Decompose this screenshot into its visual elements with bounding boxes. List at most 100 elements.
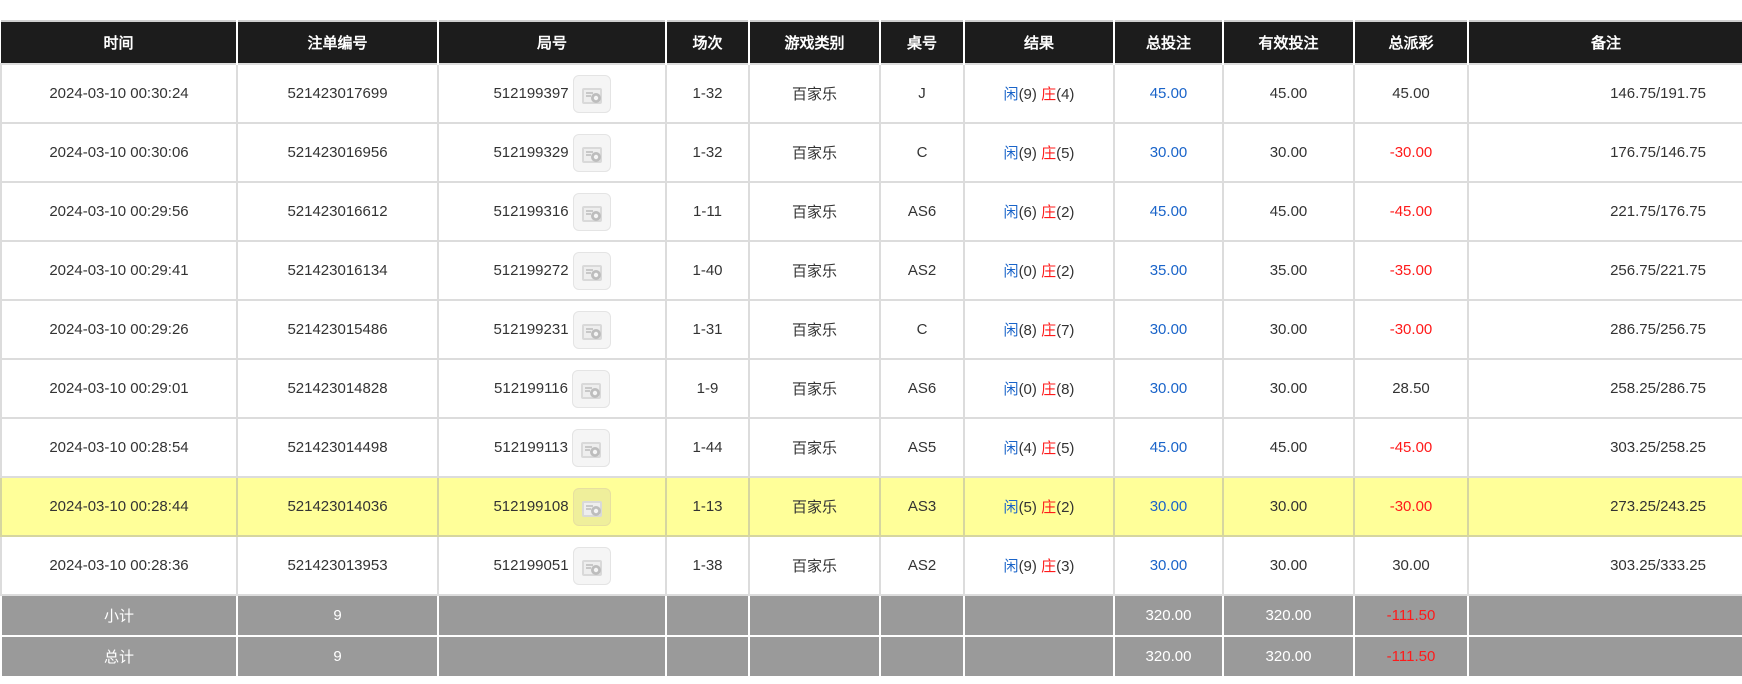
cell-table: C [879, 299, 965, 360]
result-player-label: 闲 [1003, 381, 1019, 398]
bet-records-table: 时间 注单编号 局号 场次 游戏类别 桌号 结果 总投注 有效投注 总派彩 备注… [0, 20, 1742, 678]
cell-remark: 286.75/256.75 [1467, 299, 1742, 360]
round-number: 512199113 [494, 439, 568, 456]
table-row: 2024-03-10 00:29:01 521423014828 5121991… [0, 358, 1742, 419]
col-header-total-bet: 总投注 [1113, 20, 1224, 64]
subtotal-empty [879, 594, 965, 637]
gift-icon[interactable] [572, 310, 611, 349]
result-banker-label: 庄 [1041, 381, 1057, 398]
cell-game: 百家乐 [748, 122, 881, 183]
cell-table: AS6 [879, 181, 965, 242]
grandtotal-total-bet: 320.00 [1113, 635, 1224, 678]
cell-valid-bet: 45.00 [1222, 63, 1355, 124]
result-player-score: (5) [1018, 499, 1037, 516]
cell-round-no: 512199113 [437, 417, 667, 478]
cell-round-no: 512199397 [437, 63, 667, 124]
cell-order-no: 521423013953 [236, 535, 439, 596]
cell-time: 2024-03-10 00:29:41 [0, 240, 238, 301]
cell-session: 1-40 [665, 240, 750, 301]
cell-session: 1-32 [665, 122, 750, 183]
gift-icon[interactable] [572, 74, 611, 113]
gift-icon[interactable] [572, 133, 611, 172]
round-number: 512199108 [493, 498, 569, 515]
cell-order-no: 521423015486 [236, 299, 439, 360]
cell-time: 2024-03-10 00:29:56 [0, 181, 238, 242]
gift-icon[interactable] [572, 546, 611, 585]
col-header-result: 结果 [963, 20, 1115, 64]
table-row: 2024-03-10 00:28:54 521423014498 5121991… [0, 417, 1742, 478]
gift-icon[interactable] [572, 251, 611, 290]
result-banker-label: 庄 [1041, 322, 1057, 339]
cell-order-no: 521423017699 [236, 63, 439, 124]
grandtotal-empty [748, 635, 881, 678]
result-player-label: 闲 [1003, 204, 1019, 221]
subtotal-payout: -111.50 [1353, 594, 1469, 637]
subtotal-empty [665, 594, 750, 637]
result-player-label: 闲 [1003, 322, 1019, 339]
cell-result: 闲(4) 庄(5) [963, 417, 1115, 478]
cell-time: 2024-03-10 00:29:26 [0, 299, 238, 360]
gift-icon[interactable] [571, 369, 610, 408]
cell-payout: -35.00 [1353, 240, 1469, 301]
result-banker-label: 庄 [1041, 499, 1057, 516]
cell-order-no: 521423014036 [236, 476, 439, 537]
cell-round-no: 512199051 [437, 535, 667, 596]
cell-round-no: 512199231 [437, 299, 667, 360]
col-header-table: 桌号 [879, 20, 965, 64]
grandtotal-count: 9 [236, 635, 439, 678]
subtotal-empty [963, 594, 1115, 637]
result-banker-score: (2) [1056, 499, 1075, 516]
cell-table: J [879, 63, 965, 124]
subtotal-valid-bet: 320.00 [1222, 594, 1355, 637]
cell-payout: -45.00 [1353, 417, 1469, 478]
gift-icon[interactable] [572, 487, 611, 526]
cell-session: 1-38 [665, 535, 750, 596]
cell-remark: 256.75/221.75 [1467, 240, 1742, 301]
grandtotal-payout: -111.50 [1353, 635, 1469, 678]
col-header-remark: 备注 [1467, 20, 1742, 64]
result-player-label: 闲 [1003, 499, 1019, 516]
cell-payout: -30.00 [1353, 476, 1469, 537]
cell-order-no: 521423016612 [236, 181, 439, 242]
table-row: 2024-03-10 00:28:44 521423014036 5121991… [0, 476, 1742, 537]
cell-order-no: 521423016134 [236, 240, 439, 301]
result-banker-label: 庄 [1041, 145, 1057, 162]
cell-valid-bet: 45.00 [1222, 181, 1355, 242]
cell-result: 闲(0) 庄(2) [963, 240, 1115, 301]
gift-icon[interactable] [572, 192, 611, 231]
result-player-score: (0) [1018, 381, 1037, 398]
cell-game: 百家乐 [748, 181, 881, 242]
cell-valid-bet: 30.00 [1222, 476, 1355, 537]
cell-remark: 146.75/191.75 [1467, 63, 1742, 124]
round-number: 512199272 [493, 262, 569, 279]
cell-session: 1-32 [665, 63, 750, 124]
cell-time: 2024-03-10 00:30:06 [0, 122, 238, 183]
subtotal-total-bet: 320.00 [1113, 594, 1224, 637]
table-row: 2024-03-10 00:29:26 521423015486 5121992… [0, 299, 1742, 360]
cell-result: 闲(9) 庄(3) [963, 535, 1115, 596]
cell-order-no: 521423014498 [236, 417, 439, 478]
result-player-score: (9) [1018, 86, 1037, 103]
col-header-round-no: 局号 [437, 20, 667, 64]
round-number: 512199231 [493, 321, 569, 338]
grandtotal-empty [963, 635, 1115, 678]
subtotal-row: 小计 9 320.00 320.00 -111.50 [0, 594, 1742, 637]
result-banker-score: (5) [1056, 440, 1075, 457]
col-header-game: 游戏类别 [748, 20, 881, 64]
gift-icon[interactable] [571, 428, 610, 467]
result-player-score: (8) [1018, 322, 1037, 339]
cell-session: 1-44 [665, 417, 750, 478]
cell-valid-bet: 45.00 [1222, 417, 1355, 478]
cell-table: AS2 [879, 240, 965, 301]
cell-payout: 30.00 [1353, 535, 1469, 596]
grandtotal-empty [1467, 635, 1742, 678]
cell-game: 百家乐 [748, 476, 881, 537]
cell-total-bet: 30.00 [1113, 299, 1224, 360]
table-row: 2024-03-10 00:28:36 521423013953 5121990… [0, 535, 1742, 596]
grandtotal-empty [437, 635, 667, 678]
cell-round-no: 512199116 [437, 358, 667, 419]
subtotal-label: 小计 [0, 594, 238, 637]
col-header-session: 场次 [665, 20, 750, 64]
cell-time: 2024-03-10 00:28:54 [0, 417, 238, 478]
cell-time: 2024-03-10 00:30:24 [0, 63, 238, 124]
